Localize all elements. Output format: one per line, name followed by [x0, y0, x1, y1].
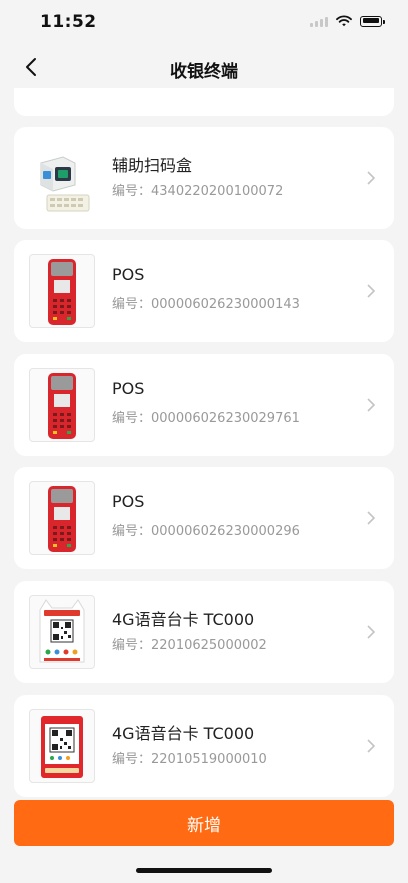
list-item[interactable]: POS 编号：000006026230029761	[14, 354, 394, 456]
status-bar: 11:52	[0, 0, 408, 46]
device-serial: 编号：000006026230000143	[112, 297, 300, 312]
list-item[interactable]: 4G语音台卡 TC000 编号：22010519000010	[14, 695, 394, 797]
cellular-signal-icon	[310, 16, 328, 27]
device-name: POS	[112, 265, 145, 284]
page-title: 收银终端	[170, 62, 238, 82]
pos-terminal-icon	[29, 481, 95, 555]
status-icons	[310, 15, 385, 27]
battery-icon	[360, 15, 385, 27]
list-item[interactable]: POS 编号：000006026230000296	[14, 467, 394, 569]
device-serial: 编号：4340220200100072	[112, 184, 284, 199]
device-serial: 编号：22010625000002	[112, 638, 267, 653]
device-list[interactable]: 辅助扫码盒 编号：4340220200100072 POS 编号：0000060…	[0, 0, 408, 800]
chevron-right-icon	[367, 398, 376, 412]
device-name: 4G语音台卡 TC000	[112, 724, 255, 743]
device-serial: 编号：000006026230029761	[112, 411, 300, 426]
list-item[interactable]: 4G语音台卡 TC000 编号：22010625000002	[14, 581, 394, 683]
chevron-right-icon	[367, 284, 376, 298]
chevron-right-icon	[367, 511, 376, 525]
device-serial: 编号：22010519000010	[112, 752, 267, 767]
device-name: POS	[112, 492, 145, 511]
device-name: 辅助扫码盒	[112, 156, 193, 175]
home-indicator	[136, 868, 272, 873]
scanner-box-icon	[29, 141, 95, 215]
chevron-right-icon	[367, 625, 376, 639]
wifi-icon	[336, 15, 352, 27]
device-serial: 编号：000006026230000296	[112, 524, 300, 539]
list-item[interactable]: POS 编号：000006026230000143	[14, 240, 394, 342]
device-name: 4G语音台卡 TC000	[112, 610, 255, 629]
pos-terminal-icon	[29, 254, 95, 328]
chevron-right-icon	[367, 171, 376, 185]
qr-standee-cat-icon	[29, 595, 95, 669]
status-time: 11:52	[40, 12, 97, 32]
chevron-right-icon	[367, 739, 376, 753]
add-button[interactable]: 新增	[14, 800, 394, 846]
qr-standee-red-icon	[29, 709, 95, 783]
list-item[interactable]: 辅助扫码盒 编号：4340220200100072	[14, 127, 394, 229]
pos-terminal-icon	[29, 368, 95, 442]
nav-bar: 收银终端	[0, 46, 408, 88]
device-name: POS	[112, 379, 145, 398]
